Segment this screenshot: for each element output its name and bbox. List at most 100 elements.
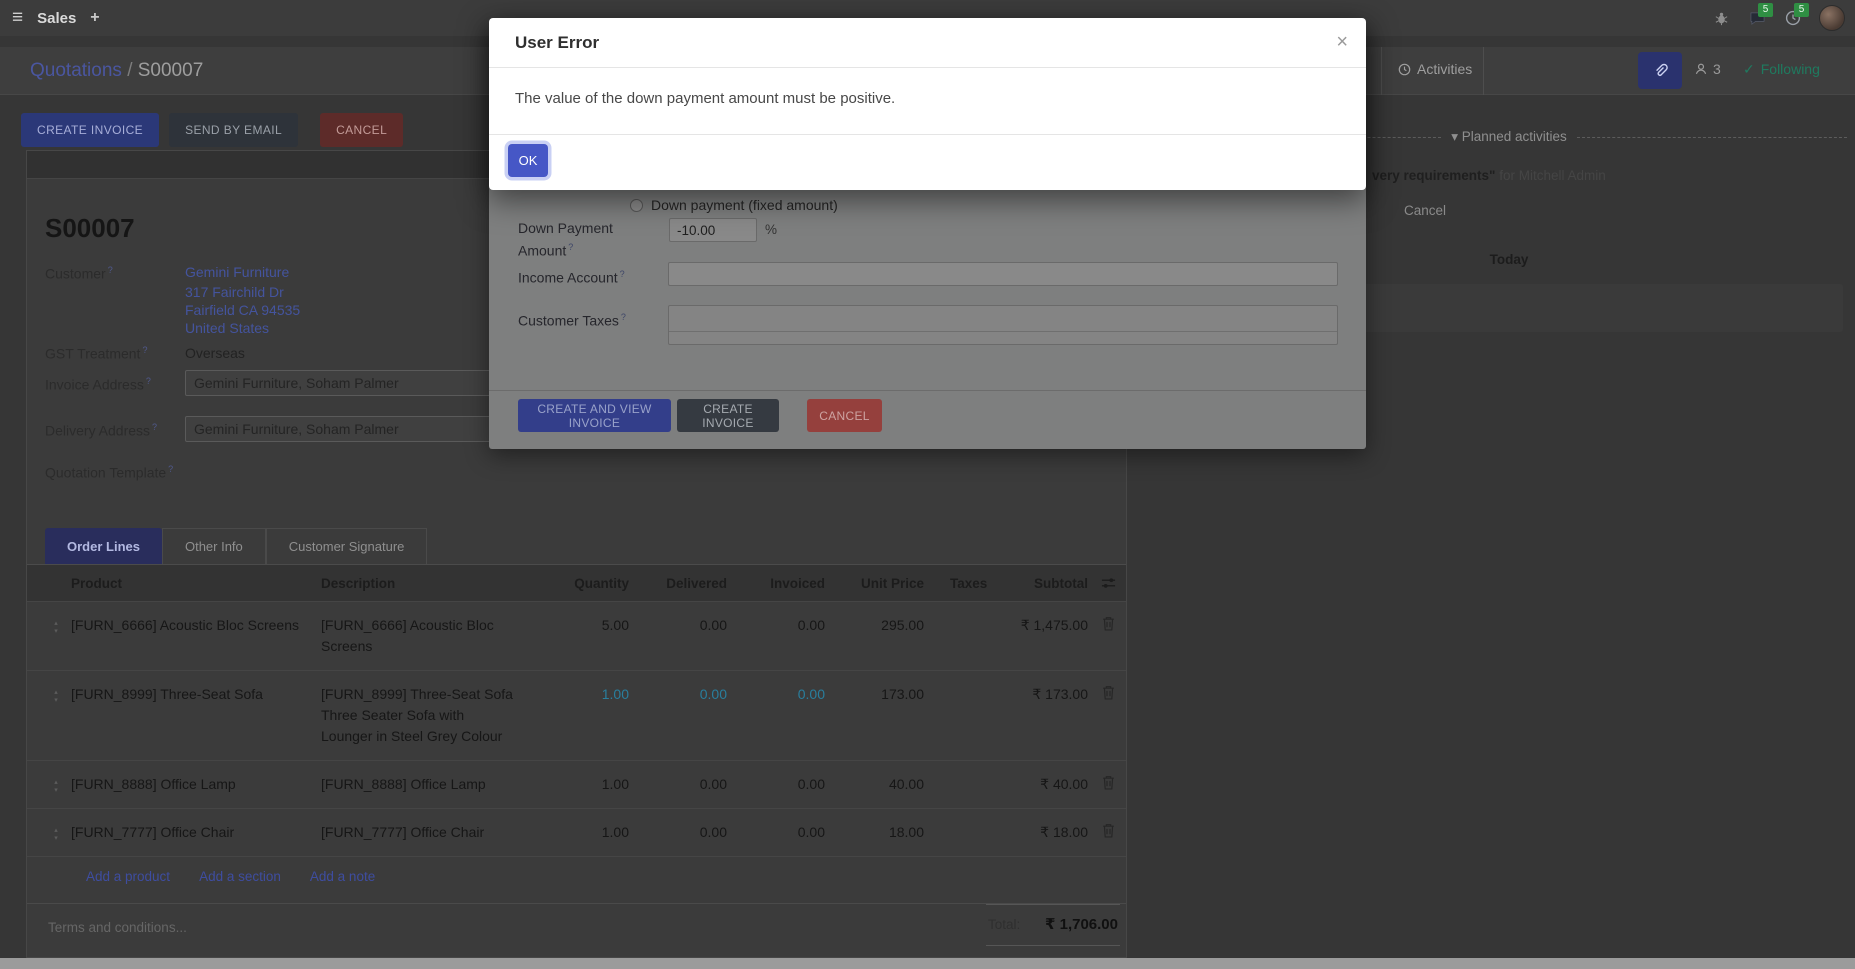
- line-subtotal: ₹ 18.00: [988, 809, 1088, 856]
- order-line-row: ▴▾[FURN_8888] Office Lamp[FURN_8888] Off…: [27, 761, 1126, 809]
- messages-icon[interactable]: 5: [1747, 8, 1767, 28]
- chevron-down-icon: ▾: [1451, 129, 1462, 144]
- divider: [1577, 137, 1847, 138]
- tab-order-lines[interactable]: Order Lines: [45, 528, 162, 564]
- followers-count: 3: [1713, 61, 1721, 77]
- close-icon[interactable]: ×: [1336, 29, 1348, 55]
- create-and-view-invoice-button[interactable]: CREATE AND VIEW INVOICE: [518, 399, 671, 432]
- tab-customer-signature[interactable]: Customer Signature: [266, 528, 428, 564]
- wizard-create-invoice-button[interactable]: CREATE INVOICE: [677, 399, 779, 432]
- col-description[interactable]: Description: [301, 576, 541, 591]
- cancel-order-button[interactable]: CANCEL: [320, 113, 403, 147]
- breadcrumb-separator: /: [127, 60, 132, 81]
- activity-cancel-link[interactable]: Cancel: [1404, 203, 1446, 218]
- error-dialog-header: User Error ×: [489, 18, 1366, 68]
- invoice-address-label: Invoice Address?: [45, 370, 185, 396]
- user-avatar[interactable]: [1819, 5, 1845, 31]
- total-label: Total:: [988, 917, 1020, 932]
- line-subtotal: ₹ 1,475.00: [988, 602, 1088, 649]
- down-payment-amount-input[interactable]: [669, 218, 757, 242]
- odoo-sales-screen: ≡ Sales + 5 5 Quotations / S00007: [0, 0, 1855, 969]
- order-line-row: ▴▾[FURN_7777] Office Chair[FURN_7777] Of…: [27, 809, 1126, 857]
- add-a-note-link[interactable]: Add a note: [310, 869, 375, 884]
- breadcrumb-current-record: S00007: [138, 60, 204, 81]
- customer-address-link[interactable]: 317 Fairchild Dr: [185, 283, 300, 301]
- debug-bug-icon[interactable]: [1711, 8, 1731, 28]
- delivery-address-label: Delivery Address?: [45, 416, 185, 442]
- delete-line-icon[interactable]: [1088, 671, 1128, 700]
- delete-line-icon[interactable]: [1088, 602, 1128, 631]
- followers-button[interactable]: 3: [1694, 61, 1721, 77]
- ok-button[interactable]: OK: [508, 144, 548, 177]
- delivery-address-input[interactable]: [185, 416, 541, 442]
- send-by-email-button[interactable]: SEND BY EMAIL: [169, 113, 298, 147]
- create-invoice-button[interactable]: CREATE INVOICE: [21, 113, 159, 147]
- user-error-dialog: User Error × The value of the down payme…: [489, 18, 1366, 190]
- line-delivered: 0.00: [629, 671, 727, 718]
- col-invoiced[interactable]: Invoiced: [727, 576, 825, 591]
- drag-handle-icon[interactable]: ▴▾: [41, 671, 71, 705]
- divider: [669, 331, 1337, 332]
- radio-label: Down payment (fixed amount): [651, 197, 838, 213]
- clock-icon: [1398, 63, 1411, 76]
- line-subtotal: ₹ 40.00: [988, 761, 1088, 808]
- line-unit-price: 295.00: [825, 602, 924, 649]
- menu-hamburger-icon[interactable]: ≡: [12, 7, 23, 29]
- line-quantity: 1.00: [541, 809, 629, 856]
- col-quantity[interactable]: Quantity: [541, 576, 629, 591]
- line-description: [FURN_8888] Office Lamp: [301, 761, 541, 808]
- table-body: ▴▾ [FURN_6666] Acoustic Bloc Screens [FURN…: [27, 602, 1126, 857]
- customer-label: Customer?: [45, 263, 185, 337]
- schedule-activity-button[interactable]: Activities: [1398, 61, 1472, 77]
- order-line-row: ▴▾[FURN_6666] Acoustic Bloc Screens[FURN…: [27, 602, 1126, 671]
- line-quantity: 1.00: [541, 761, 629, 808]
- line-description: [FURN_7777] Office Chair: [301, 809, 541, 856]
- delete-line-icon[interactable]: [1088, 809, 1128, 838]
- col-delivered[interactable]: Delivered: [629, 576, 727, 591]
- error-dialog-footer: OK: [489, 135, 1366, 190]
- total-value: ₹ 1,706.00: [1045, 915, 1118, 933]
- page-title: S00007: [45, 213, 135, 244]
- customer-taxes-input[interactable]: [668, 305, 1338, 345]
- attachments-button[interactable]: [1638, 52, 1682, 89]
- add-a-section-link[interactable]: Add a section: [199, 869, 281, 884]
- wizard-footer: CREATE AND VIEW INVOICE CREATE INVOICE C…: [489, 390, 1366, 449]
- customer-address-link[interactable]: Fairfield CA 94535: [185, 301, 300, 319]
- delete-line-icon[interactable]: [1088, 761, 1128, 790]
- bottom-strip: [0, 958, 1855, 969]
- activities-clock-icon[interactable]: 5: [1783, 8, 1803, 28]
- col-taxes[interactable]: Taxes: [924, 576, 988, 591]
- line-quantity: 1.00: [541, 671, 629, 718]
- income-account-label: Income Account?: [518, 265, 678, 288]
- app-name[interactable]: Sales: [37, 10, 76, 27]
- wizard-cancel-button[interactable]: CANCEL: [807, 399, 882, 432]
- new-record-plus-icon[interactable]: +: [90, 9, 99, 27]
- drag-handle-icon[interactable]: ▴▾: [41, 809, 71, 843]
- drag-handle-icon[interactable]: ▴▾: [41, 602, 71, 636]
- tab-other-info[interactable]: Other Info: [162, 528, 266, 564]
- terms-and-conditions-input[interactable]: Terms and conditions...: [48, 920, 748, 935]
- col-product[interactable]: Product: [71, 576, 301, 591]
- line-taxes: [924, 761, 988, 787]
- radio-icon[interactable]: [630, 199, 643, 212]
- optional-columns-icon[interactable]: [1088, 576, 1128, 590]
- line-description: [FURN_6666] Acoustic Bloc Screens: [301, 602, 541, 670]
- col-subtotal[interactable]: Subtotal: [988, 576, 1088, 591]
- planned-activities-label: Planned activities: [1462, 129, 1567, 144]
- line-taxes: [924, 809, 988, 835]
- following-button[interactable]: ✓Following: [1743, 61, 1820, 78]
- breadcrumb-quotations-link[interactable]: Quotations: [30, 60, 122, 81]
- add-a-product-link[interactable]: Add a product: [86, 869, 170, 884]
- drag-handle-icon[interactable]: ▴▾: [41, 761, 71, 795]
- activity-name-fragment: very requirements": [1372, 168, 1495, 183]
- down-payment-fixed-option[interactable]: Down payment (fixed amount): [630, 197, 838, 213]
- customer-address-link[interactable]: Gemini Furniture: [185, 263, 300, 281]
- customer-address-link[interactable]: United States: [185, 319, 300, 337]
- following-label: Following: [1761, 61, 1820, 77]
- income-account-input[interactable]: [668, 262, 1338, 286]
- line-invoiced: 0.00: [727, 761, 825, 808]
- invoice-address-input[interactable]: [185, 370, 541, 396]
- person-icon: [1694, 62, 1708, 76]
- breadcrumb: Quotations / S00007: [30, 60, 203, 82]
- col-unit-price[interactable]: Unit Price: [825, 576, 924, 591]
